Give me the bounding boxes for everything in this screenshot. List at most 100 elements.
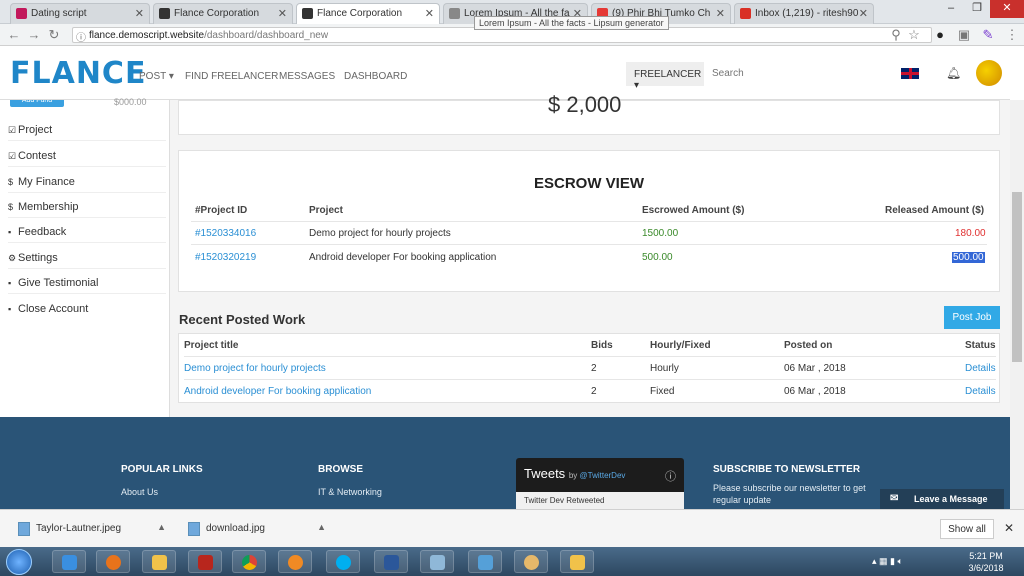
extension-icon[interactable]: ▣ (956, 27, 972, 43)
reload-icon[interactable]: ↻ (46, 27, 62, 43)
browser-tab-active[interactable]: Flance Corporation ✕ (296, 3, 440, 24)
extension-pen-icon[interactable]: ✎ (980, 27, 996, 43)
scrollbar-thumb[interactable] (1012, 192, 1022, 362)
escrow-table-header: #Project ID Project Escrowed Amount ($) … (191, 199, 987, 222)
taskbar-filezilla-icon[interactable] (188, 550, 222, 573)
post-job-button[interactable]: Post Job (944, 306, 1000, 329)
close-tab-icon[interactable]: ✕ (278, 7, 287, 20)
close-tab-icon[interactable]: ✕ (135, 7, 144, 20)
avatar[interactable] (976, 60, 1002, 86)
popular-links-heading: POPULAR LINKS (121, 464, 203, 475)
recent-work-panel: Project title Bids Hourly/Fixed Posted o… (178, 333, 1000, 403)
window-close-icon[interactable]: ✕ (990, 0, 1024, 18)
about-us-link[interactable]: About Us (121, 487, 158, 497)
system-clock[interactable]: 5:21 PM 3/6/2018 (960, 550, 1012, 574)
menu-dots-icon[interactable]: ⋮ (1004, 27, 1020, 43)
tab-title: Dating script (31, 8, 87, 19)
info-icon[interactable]: ⓘ (76, 29, 86, 44)
project-id-link[interactable]: #1520334016 (195, 228, 256, 239)
image-file-icon (188, 522, 200, 536)
taskbar-media-player-icon[interactable] (278, 550, 312, 573)
tab-favicon-icon (302, 8, 313, 19)
tab-favicon-icon (740, 8, 751, 19)
tab-favicon-icon (159, 8, 170, 19)
nav-find-freelancer[interactable]: FIND FREELANCER (185, 71, 278, 82)
chevron-up-icon[interactable]: ▲ (317, 522, 326, 532)
taskbar-paint-icon[interactable] (514, 550, 548, 573)
balance: $000.00 (114, 97, 147, 107)
twitter-handle-link[interactable]: @TwitterDev (580, 471, 626, 480)
tweets-widget[interactable]: Tweets by @TwitterDev ⓘ Twitter Dev Retw… (516, 458, 684, 509)
url-host: flance.demoscript.website (89, 30, 205, 41)
zoom-icon[interactable]: ⚲ (888, 27, 904, 43)
site-footer: POPULAR LINKS About Us BROWSE IT & Netwo… (0, 417, 1010, 509)
chevron-up-icon[interactable]: ▲ (157, 522, 166, 532)
sidebar-item-contest[interactable]: ☑ Contest (8, 150, 166, 167)
sidebar-item-feedback[interactable]: ▪ Feedback (8, 226, 166, 243)
sidebar-item-membership[interactable]: $ Membership (8, 201, 166, 218)
tab-title: Flance Corporation (174, 8, 260, 19)
download-item[interactable]: Taylor-Lautner.jpeg ▲ (14, 519, 166, 539)
taskbar-explorer-icon[interactable] (142, 550, 176, 573)
taskbar-chrome-icon[interactable] (232, 550, 266, 573)
uk-flag-icon[interactable] (900, 67, 920, 80)
sidebar-item-settings[interactable]: ⚙ Settings (8, 252, 166, 269)
role-dropdown[interactable]: FREELANCER ▾ (626, 62, 704, 91)
taskbar-firefox-icon[interactable] (96, 550, 130, 573)
nav-post[interactable]: POST ▾ (139, 71, 174, 82)
download-bar: Taylor-Lautner.jpeg ▲ download.jpg ▲ Sho… (0, 509, 1024, 547)
sidebar: Add Fund $000.00 ☑ Project ☑ Contest $ My F… (0, 97, 170, 417)
download-item[interactable]: download.jpg ▲ (184, 519, 326, 539)
close-tab-icon[interactable]: ✕ (859, 7, 868, 20)
system-tray[interactable]: ▴ ▦ ▮ 🔈︎ (872, 556, 903, 567)
add-funds-button[interactable]: Add Fund (10, 100, 64, 107)
taskbar-skype-icon[interactable] (326, 550, 360, 573)
info-icon[interactable]: ⓘ (665, 468, 676, 484)
sidebar-item-give-testimonial[interactable]: ▪ Give Testimonial (8, 277, 166, 294)
site-header: FLANCE POST ▾ FIND FREELANCER MESSAGES D… (0, 46, 1010, 100)
bookmark-star-icon[interactable]: ☆ (906, 27, 922, 43)
sidebar-item-my-finance[interactable]: $ My Finance (8, 176, 166, 193)
details-link[interactable]: Details (965, 363, 996, 374)
project-title-link[interactable]: Demo project for hourly projects (184, 363, 326, 374)
close-icon[interactable]: ✕ (1004, 521, 1014, 535)
nav-dashboard[interactable]: DASHBOARD (344, 71, 407, 82)
minimize-icon[interactable]: – (938, 0, 964, 18)
sidebar-item-project[interactable]: ☑ Project (8, 124, 166, 141)
subscribe-text: Please subscribe our newsletter to get r… (713, 483, 866, 505)
bell-icon[interactable]: 🔔︎ (946, 66, 961, 80)
taskbar-ie-icon[interactable] (52, 550, 86, 573)
maximize-icon[interactable]: ❐ (964, 0, 990, 18)
back-icon[interactable]: ← (6, 27, 22, 42)
flance-logo[interactable]: FLANCE (10, 56, 146, 91)
project-title-link[interactable]: Android developer For booking applicatio… (184, 386, 371, 397)
extension-icon[interactable]: ● (932, 27, 948, 42)
it-networking-link[interactable]: IT & Networking (318, 487, 382, 497)
table-row: Android developer For booking applicatio… (184, 386, 996, 397)
browser-tab[interactable]: Dating script ✕ (10, 3, 150, 24)
search-input[interactable] (712, 68, 772, 79)
project-id-link[interactable]: #1520320219 (195, 252, 256, 263)
table-row: #1520334016 Demo project for hourly proj… (191, 222, 987, 245)
start-button-icon[interactable] (6, 549, 32, 575)
page-scrollbar[interactable] (1010, 100, 1024, 509)
tab-tooltip: Lorem Ipsum - All the facts - Lipsum gen… (474, 16, 669, 30)
show-all-button[interactable]: Show all (940, 519, 994, 539)
close-tab-icon[interactable]: ✕ (425, 7, 434, 20)
taskbar-word-icon[interactable] (374, 550, 408, 573)
forward-icon[interactable]: → (26, 27, 42, 42)
browser-tab[interactable]: Inbox (1,219) - ritesh90 ✕ (734, 3, 874, 24)
leave-message-button[interactable]: ✉ Leave a Message (880, 489, 1004, 509)
sidebar-item-close-account[interactable]: ▪ Close Account (8, 303, 166, 319)
taskbar-notepad-icon[interactable] (420, 550, 454, 573)
recent-posted-work-title: Recent Posted Work (179, 312, 306, 327)
taskbar-network-icon[interactable] (468, 550, 502, 573)
tab-favicon-icon (449, 8, 460, 19)
browser-tab[interactable]: Flance Corporation ✕ (153, 3, 293, 24)
table-row: Demo project for hourly projects 2 Hourl… (184, 357, 996, 380)
details-link[interactable]: Details (965, 386, 996, 397)
close-tab-icon[interactable]: ✕ (716, 7, 725, 20)
nav-messages[interactable]: MESSAGES (279, 71, 335, 82)
tab-title: Flance Corporation (317, 8, 403, 19)
taskbar-folder-icon[interactable] (560, 550, 594, 573)
